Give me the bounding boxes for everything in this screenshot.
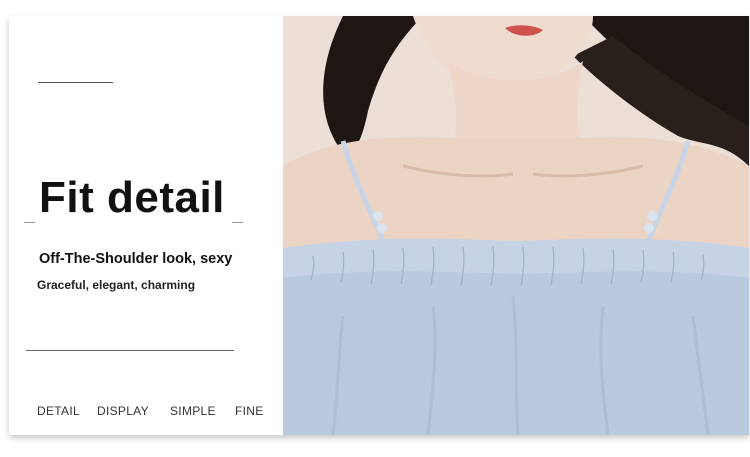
product-photo: [283, 16, 749, 435]
title-underline-left: [24, 222, 35, 223]
feature-keywords: DETAIL DISPLAY SIMPLE FINE: [37, 404, 264, 418]
feature-subtitle: Off-The-Shoulder look, sexy: [39, 251, 233, 267]
top-divider: [38, 82, 113, 83]
section-title: Fit detail: [39, 173, 225, 222]
keyword-display: DISPLAY: [97, 404, 149, 418]
keyword-simple: SIMPLE: [170, 404, 216, 418]
info-panel: [9, 16, 283, 435]
feature-tagline: Graceful, elegant, charming: [37, 278, 196, 292]
title-underline-right: [232, 222, 243, 223]
keyword-fine: FINE: [235, 404, 264, 418]
bottom-divider: [26, 350, 234, 351]
keyword-detail: DETAIL: [37, 404, 80, 418]
model-illustration: [283, 16, 749, 435]
